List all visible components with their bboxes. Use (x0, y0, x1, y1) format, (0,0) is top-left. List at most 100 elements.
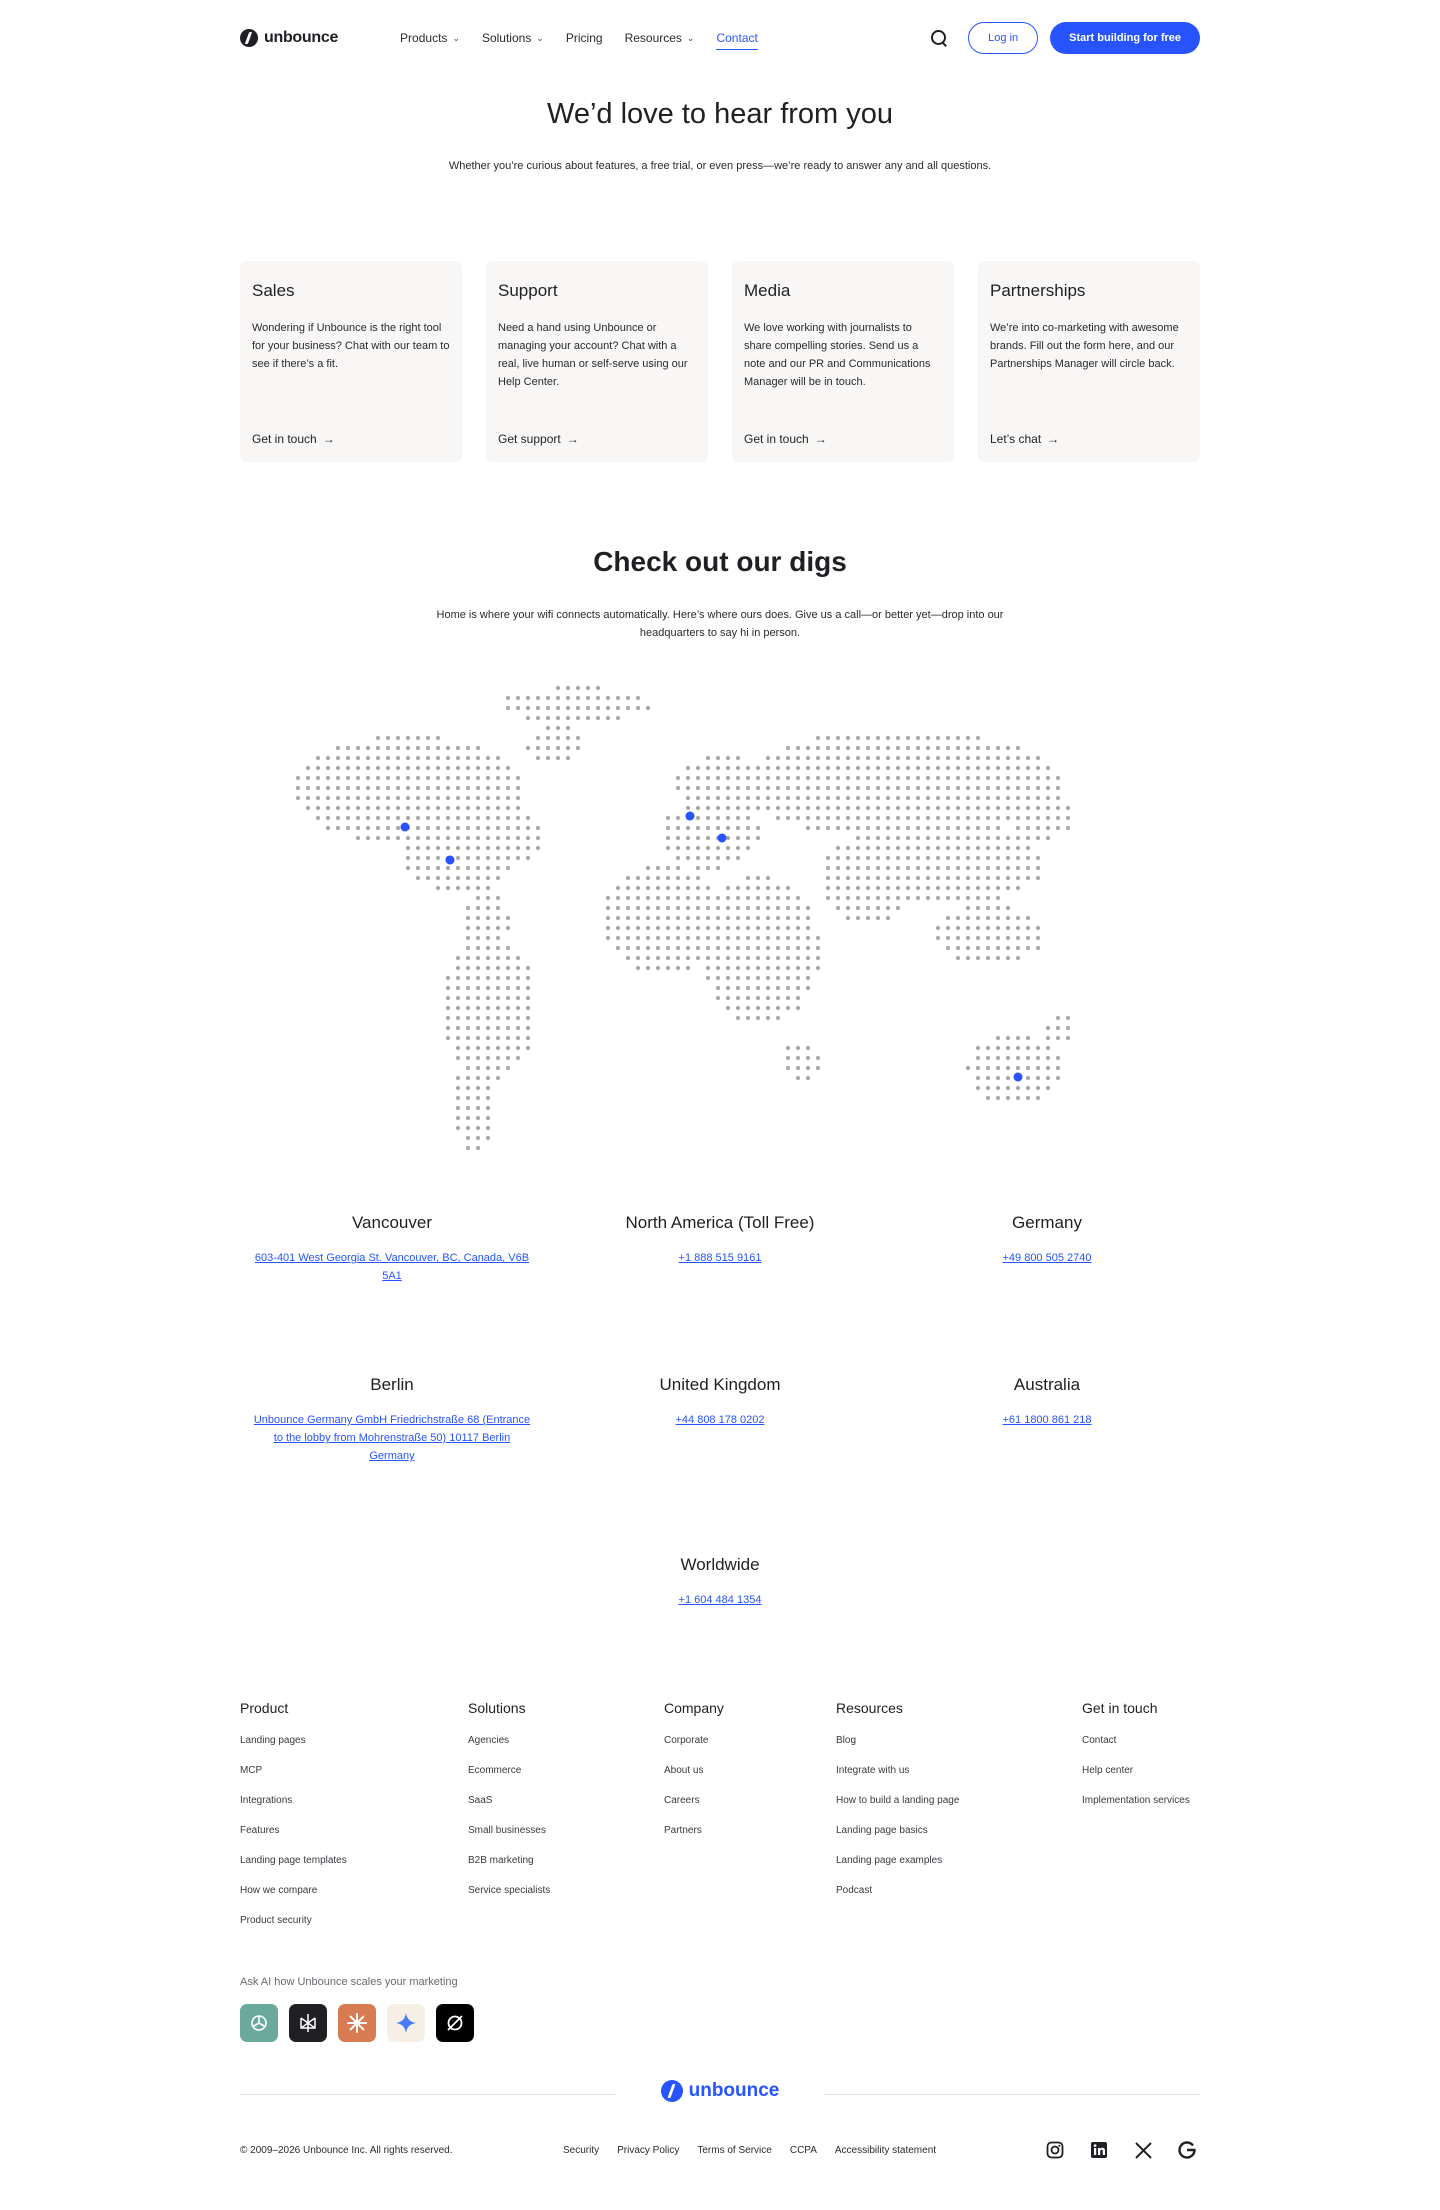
footer-link[interactable]: MCP (240, 1764, 347, 1794)
map-dot (795, 1005, 801, 1011)
legal-terms-link[interactable]: Terms of Service (697, 2145, 771, 2156)
map-dot (795, 935, 801, 941)
footer-link[interactable]: Landing page basics (836, 1824, 959, 1854)
map-dot (565, 755, 571, 761)
nav-contact[interactable]: Contact (716, 27, 758, 50)
map-dot (705, 825, 711, 831)
location-link[interactable]: +44 808 178 0202 (560, 1411, 880, 1429)
claude-icon[interactable] (338, 2004, 376, 2042)
location-link[interactable]: +61 1800 861 218 (887, 1411, 1207, 1429)
support-get-support-link[interactable]: Get support → (498, 432, 579, 446)
footer-link[interactable]: Help center (1082, 1764, 1190, 1794)
map-dot (915, 775, 921, 781)
nav-pricing[interactable]: Pricing (566, 27, 603, 49)
footer-link[interactable]: About us (664, 1764, 724, 1794)
footer-link[interactable]: Agencies (468, 1734, 550, 1764)
map-dot (335, 815, 341, 821)
map-dot (795, 995, 801, 1001)
map-dot (995, 955, 1001, 961)
footer-link[interactable]: Careers (664, 1794, 724, 1824)
map-dot (835, 885, 841, 891)
search-icon[interactable] (930, 29, 948, 47)
claude-glyph (347, 2013, 367, 2033)
map-dot (1055, 795, 1061, 801)
footer-link[interactable]: Ecommerce (468, 1764, 550, 1794)
map-dot (965, 875, 971, 881)
footer-link[interactable]: Landing pages (240, 1734, 347, 1764)
map-dot (685, 805, 691, 811)
footer-link[interactable]: Corporate (664, 1734, 724, 1764)
location-link[interactable]: +1 888 515 9161 (560, 1249, 880, 1267)
map-dot (755, 885, 761, 891)
footer-link[interactable]: Blog (836, 1734, 959, 1764)
map-dot (715, 995, 721, 1001)
gemini-glyph (396, 2013, 416, 2033)
footer-link[interactable]: Small businesses (468, 1824, 550, 1854)
footer-link[interactable]: SaaS (468, 1794, 550, 1824)
location-link[interactable]: 603-401 West Georgia St. Vancouver, BC, … (232, 1249, 552, 1285)
start-building-button[interactable]: Start building for free (1050, 22, 1200, 54)
legal-security-link[interactable]: Security (563, 2145, 599, 2156)
nav-solutions[interactable]: Solutions ⌄ (482, 27, 544, 49)
partnerships-lets-chat-link[interactable]: Let’s chat → (990, 432, 1059, 446)
footer-link[interactable]: Landing page templates (240, 1854, 347, 1884)
map-dot (695, 955, 701, 961)
perplexity-icon[interactable] (289, 2004, 327, 2042)
grok-icon[interactable] (436, 2004, 474, 2042)
footer-link[interactable]: Implementation services (1082, 1794, 1190, 1824)
map-dot (535, 825, 541, 831)
ai-tools (240, 2004, 474, 2042)
footer-link[interactable]: Service specialists (468, 1884, 550, 1914)
location-link[interactable]: +1 604 484 1354 (560, 1591, 880, 1609)
footer-link[interactable]: How we compare (240, 1884, 347, 1914)
map-dot (955, 885, 961, 891)
x-icon[interactable] (1133, 2140, 1153, 2160)
map-dot (875, 785, 881, 791)
footer-unbounce-logo[interactable]: unbounce (648, 2080, 792, 2102)
map-dot (455, 995, 461, 1001)
map-dot (785, 1005, 791, 1011)
footer-link[interactable]: Product security (240, 1914, 347, 1944)
sales-get-in-touch-link[interactable]: Get in touch → (252, 432, 335, 446)
map-dot (1015, 925, 1021, 931)
location-link[interactable]: +49 800 505 2740 (887, 1249, 1207, 1267)
linkedin-icon[interactable] (1089, 2140, 1109, 2160)
chatgpt-icon[interactable] (240, 2004, 278, 2042)
media-get-in-touch-link[interactable]: Get in touch → (744, 432, 827, 446)
footer-link[interactable]: Features (240, 1824, 347, 1854)
footer-link[interactable]: Integrations (240, 1794, 347, 1824)
map-dot (475, 795, 481, 801)
footer-link[interactable]: Landing page examples (836, 1854, 959, 1884)
map-dot (515, 835, 521, 841)
gemini-icon[interactable] (387, 2004, 425, 2042)
legal-privacy-link[interactable]: Privacy Policy (617, 2145, 679, 2156)
login-button[interactable]: Log in (968, 22, 1039, 54)
map-dot (785, 755, 791, 761)
map-dot (455, 1075, 461, 1081)
map-dot (995, 1055, 1001, 1061)
map-dot (725, 765, 731, 771)
nav-products[interactable]: Products ⌄ (400, 27, 460, 49)
footer-link[interactable]: Podcast (836, 1884, 959, 1914)
unbounce-logo[interactable]: unbounce (240, 29, 338, 47)
card-title: Sales (252, 281, 295, 300)
footer-link[interactable]: Contact (1082, 1734, 1190, 1764)
map-dot (605, 935, 611, 941)
map-dot (955, 745, 961, 751)
map-dot (635, 945, 641, 951)
g2-icon[interactable] (1177, 2140, 1197, 2160)
footer-link[interactable]: How to build a landing page (836, 1794, 959, 1824)
location-link[interactable]: Unbounce Germany GmbH Friedrichstraße 68… (232, 1411, 552, 1465)
legal-accessibility-link[interactable]: Accessibility statement (835, 2145, 936, 2156)
map-dot (695, 835, 701, 841)
instagram-icon[interactable] (1045, 2140, 1065, 2160)
legal-ccpa-link[interactable]: CCPA (790, 2145, 817, 2156)
footer-link[interactable]: Integrate with us (836, 1764, 959, 1794)
map-dot (455, 815, 461, 821)
nav-resources[interactable]: Resources ⌄ (625, 27, 695, 49)
footer-link[interactable]: Partners (664, 1824, 724, 1854)
map-dot (545, 705, 551, 711)
footer-link[interactable]: B2B marketing (468, 1854, 550, 1884)
map-dot (385, 805, 391, 811)
map-dot (965, 835, 971, 841)
